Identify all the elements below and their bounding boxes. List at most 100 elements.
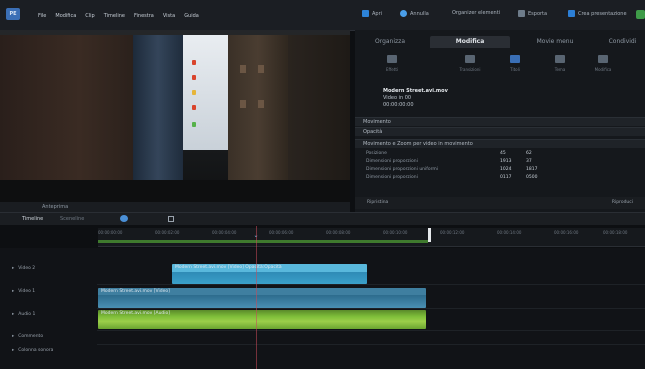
track-divider [97,330,645,331]
playhead-line[interactable] [256,226,257,369]
menu-clip[interactable]: Clip [85,13,94,19]
open-button[interactable]: Apri [362,10,382,17]
building-right [228,35,288,185]
building-far-right [288,35,350,185]
section-opacity[interactable]: Opacità [355,127,645,136]
reset-button[interactable]: Ripristina [367,200,388,205]
tool-edit[interactable]: Modifica [588,55,618,72]
work-area-end-handle[interactable] [428,228,431,242]
tab-movie-menu[interactable]: Movie menu [520,36,590,48]
building-left [0,35,133,185]
video-frame [0,30,350,202]
building-middle [133,35,183,185]
track-name: Video 1 [18,289,36,294]
sky-gap [183,35,228,150]
signal-light [192,60,196,65]
property-row: Dimensioni proporzioni uniformi 1024 181… [366,167,538,172]
share-icon [518,10,525,17]
audio-clip[interactable]: Modern Street.avi.mov [Audio] [98,310,426,329]
undo-button[interactable]: Annulla [400,10,429,17]
property-row: Posizione 45 62 [366,151,532,156]
track-header-video-1: ▸ Video 1 [12,289,36,294]
effects-icon [387,55,397,63]
work-area-bar[interactable] [98,240,428,243]
menu-help[interactable]: Guida [184,13,199,19]
time-tick: 00:00:10:00 [383,230,408,235]
track-name: Colonna sonora [18,348,54,353]
video-clip[interactable]: Modern Street.avi.mov [Video] Opacità:Op… [172,264,367,284]
track-divider [97,344,645,345]
organizer-button[interactable]: Organizer elementi [452,10,500,16]
titles-icon [510,55,520,63]
time-tick: 00:00:08:00 [326,230,351,235]
window [240,100,246,108]
window [240,65,246,73]
window [258,65,264,73]
preview-controls: Anteprima [0,202,350,212]
sceneline-view-button[interactable]: Sceneline [60,216,84,222]
flag-icon [568,10,575,17]
signal-light [192,90,196,95]
tool-transitions[interactable]: Transizioni [455,55,485,72]
time-ruler[interactable]: 00:00:00:00 00:00:02:00 00:00:04:00 00:0… [98,228,645,247]
theme-icon [555,55,565,63]
preview-monitor [0,30,350,202]
tool-effects[interactable]: Effetti [377,55,407,72]
menu-edit[interactable]: Modifica [55,13,76,19]
property-row: Dimensioni proporzioni 1913 37 [366,159,532,164]
time-tick: 00:00:00:00 [98,230,123,235]
menu-file[interactable]: File [38,13,46,19]
time-tick: 00:00:14:00 [497,230,522,235]
audio-mix-icon[interactable] [120,215,128,222]
street [0,180,350,202]
share-button[interactable]: Esporta [518,10,547,17]
video-clip[interactable]: Modern Street.avi.mov [Video] [98,288,426,308]
section-motion[interactable]: Movimento [355,117,645,126]
marker-icon[interactable] [168,216,174,222]
time-tick: 00:00:18:00 [603,230,628,235]
transitions-icon [465,55,475,63]
clip-info: Modern Street.avi.mov Video in 00 00:00:… [383,88,448,109]
tool-titles[interactable]: Titoli [500,55,530,72]
track-name: Commento [18,334,44,339]
preview-label: Anteprima [42,204,69,210]
time-tick: 00:00:12:00 [440,230,465,235]
help-icon[interactable] [636,10,645,19]
time-tick: 00:00:06:00 [269,230,294,235]
play-button[interactable]: Riproduci [612,200,633,205]
time-tick: 00:00:04:00 [212,230,237,235]
timeline-tracks: ▸ Video 2 ▸ Video 1 ▸ Audio 1 ▸ Commento ▸ Co… [0,248,645,369]
track-divider [97,308,645,309]
tab-edit[interactable]: Modifica [430,36,510,48]
time-tick: 00:00:16:00 [554,230,579,235]
app-logo: PE [6,8,20,20]
folder-icon [362,10,369,17]
clip-info-line: 00:00:00:00 [383,102,414,108]
panel-tabs: Organizza Modifica Movie menu Condividi [355,36,645,48]
clip-info-line: Video in 00 [383,95,412,101]
tab-share[interactable]: Condividi [595,36,645,48]
property-row: Dimensioni proporzioni 0117 0500 [366,175,538,180]
signal-light [192,75,196,80]
menu-window[interactable]: Finestra [134,13,154,19]
track-name: Audio 1 [18,312,36,317]
edit-tools: Effetti Transizioni Titoli Tema Modifica [355,55,645,85]
menu-view[interactable]: Vista [163,13,175,19]
signal-light [192,105,196,110]
tab-organize[interactable]: Organizza [360,36,420,48]
undo-icon [400,10,407,17]
signal-light [192,122,196,127]
create-slideshow-button[interactable]: Crea presentazione [568,10,627,17]
menu-timeline[interactable]: Timeline [104,13,125,19]
tool-theme[interactable]: Tema [545,55,575,72]
track-divider [97,284,645,285]
timeline-view-button[interactable]: Timeline [22,216,43,222]
time-tick: 00:00:02:00 [155,230,180,235]
section-pan-zoom[interactable]: Movimento e Zoom per video in movimento [355,139,645,148]
edit-icon [598,55,608,63]
track-header-video-2: ▸ Video 2 [12,266,36,271]
panel-footer: Ripristina Riproduci [355,197,645,209]
main-menu: File Modifica Clip Timeline Finestra Vis… [38,13,199,19]
window [258,100,264,108]
timeline-toolbar: Timeline Sceneline [0,212,645,225]
